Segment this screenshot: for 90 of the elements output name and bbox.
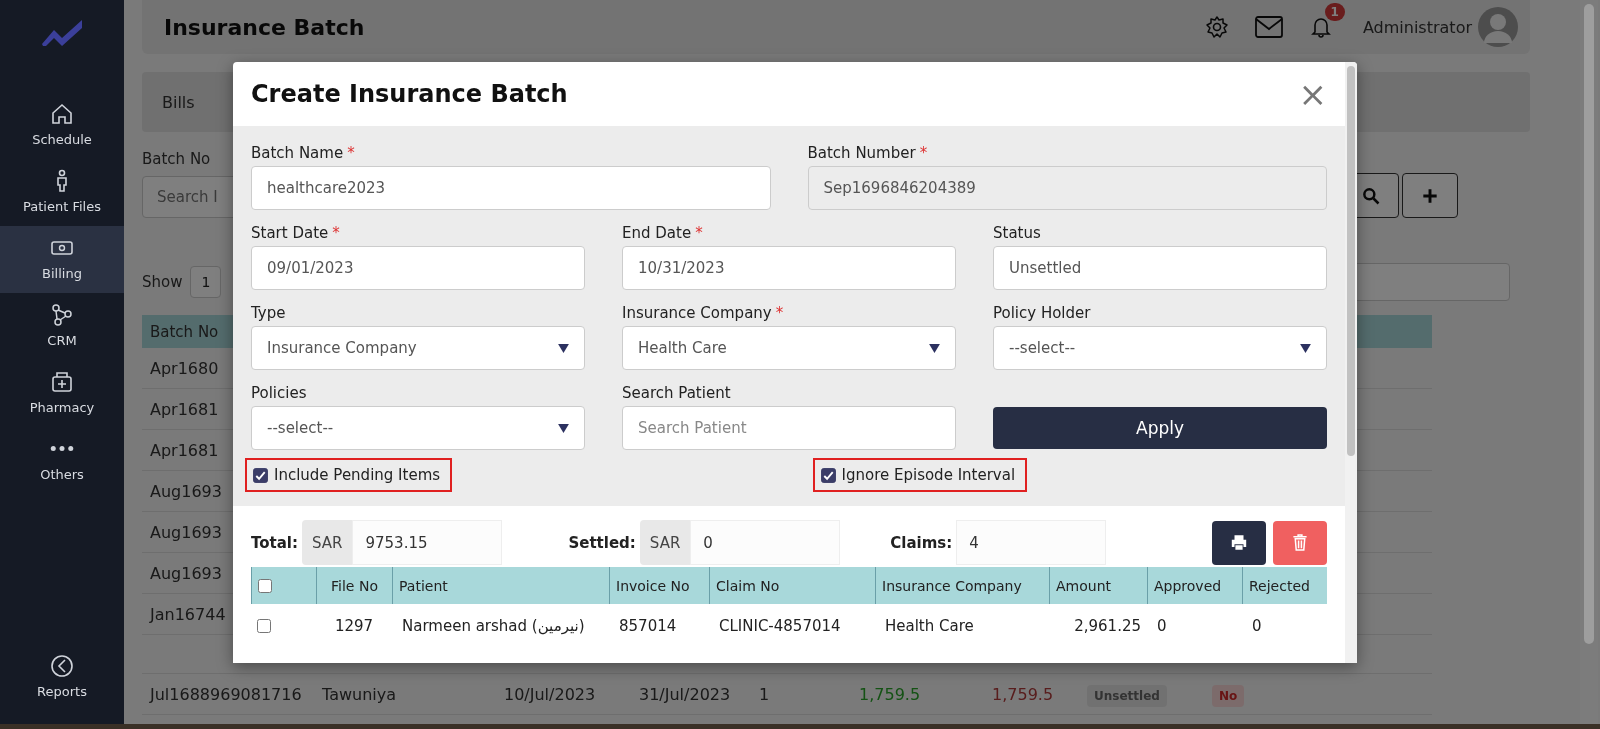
table-cell-text: 0 <box>1251 616 1263 637</box>
column-header: Insurance Company <box>875 567 1049 604</box>
required-mark: * <box>775 304 784 322</box>
total-field: 9753.15 <box>352 520 503 565</box>
table-cell-text: 2,961.25 <box>1073 616 1142 637</box>
search-field[interactable]: Search Patient <box>622 406 956 450</box>
page-size-select[interactable]: 1 <box>190 266 222 298</box>
field-label: Insurance Company * <box>622 304 785 322</box>
table-cell-text: Aug1693 <box>150 563 223 583</box>
sidebar-item[interactable]: CRM <box>0 293 124 360</box>
table-cell-text: Tawuniya <box>322 684 397 704</box>
total-label: Total: <box>251 533 298 552</box>
sidebar-label: Billing <box>42 266 82 281</box>
apply-button[interactable]: Apply <box>993 407 1327 449</box>
table-cell-text: 857014 <box>618 616 678 637</box>
column-header: Rejected <box>1242 567 1327 604</box>
column-header: Batch No <box>150 322 219 341</box>
sidebar-item[interactable]: Billing <box>0 226 124 293</box>
notification-badge: 1 <box>1324 3 1345 21</box>
required-mark: * <box>332 224 340 242</box>
settled-label: Settled: <box>568 533 636 552</box>
field-label: Policy Holder <box>993 304 1092 322</box>
status-badge: Unsettled <box>1087 684 1167 707</box>
text-field[interactable]: 10/31/2023 <box>622 246 956 290</box>
sidebar-label: Pharmacy <box>29 400 95 415</box>
field-label: Start Date * <box>251 224 341 242</box>
table-cell-text: 1,759.5 <box>859 684 922 704</box>
table-cell-text: Apr1681 <box>150 440 220 460</box>
table-cell-text: Apr1680 <box>150 358 220 378</box>
column-header: Patient <box>392 567 609 604</box>
sidebar-item[interactable]: Others <box>0 427 124 494</box>
field-label: Status <box>993 224 1042 242</box>
field-label: Policies <box>251 384 308 402</box>
field-label: Search Patient <box>622 384 732 402</box>
sidebar-label: CRM <box>47 333 77 348</box>
table-cell-text: Narmeen arshad (نيرمين) <box>401 616 586 637</box>
column-header: Approved <box>1147 567 1242 604</box>
settled-field: 0 <box>690 520 841 565</box>
sidebar-item[interactable]: Pharmacy <box>0 360 124 427</box>
show-label: Show <box>142 273 183 291</box>
table-cell-text: Apr1681 <box>150 399 220 419</box>
sidebar-item[interactable]: Schedule <box>0 92 124 159</box>
sidebar-label: Schedule <box>32 132 92 147</box>
table-cell-text: 1 <box>759 684 771 704</box>
select-field[interactable]: --select-- <box>251 406 585 450</box>
table-cell-text: 1297 <box>333 616 375 637</box>
currency-addon: SAR <box>639 520 691 565</box>
close-button[interactable]: × <box>1298 77 1327 111</box>
select-field[interactable]: --select-- <box>993 326 1327 370</box>
user-name[interactable]: Administrator <box>1362 17 1472 37</box>
sidebar-label: Reports <box>37 684 87 699</box>
modal-title: Create Insurance Batch <box>251 80 568 108</box>
column-header: File No <box>316 567 392 604</box>
currency-addon: SAR <box>302 520 353 565</box>
claims-field: 4 <box>956 520 1107 565</box>
required-mark: * <box>919 144 928 162</box>
sidebar-item[interactable]: Reports <box>0 644 124 711</box>
table-cell-text: CLINIC-4857014 <box>718 616 842 637</box>
select-field[interactable]: Insurance Company <box>251 326 585 370</box>
sidebar-label: Others <box>40 467 84 482</box>
column-header: Invoice No <box>609 567 709 604</box>
field-label: End Date * <box>622 224 704 242</box>
settled-badge: No <box>1212 684 1245 707</box>
table-cell-text: Health Care <box>884 616 975 637</box>
table-cell-text: Aug1693 <box>150 481 223 501</box>
select-field[interactable]: Health Care <box>622 326 956 370</box>
field-label: Type <box>251 304 287 322</box>
checkbox-option[interactable]: Include Pending Items <box>245 458 453 492</box>
field-label: Batch Name * <box>251 144 356 162</box>
column-header: Claim No <box>709 567 875 604</box>
text-field[interactable]: Unsettled <box>993 246 1327 290</box>
text-field[interactable]: healthcare2023 <box>251 166 771 210</box>
filter-label: Batch No <box>142 150 211 168</box>
checkbox-option[interactable]: Ignore Episode Interval <box>812 458 1028 492</box>
claims-label: Claims: <box>890 533 953 552</box>
bills-tab[interactable]: Bills <box>162 92 195 112</box>
table-cell-text: 0 <box>1156 616 1168 637</box>
page-title: Insurance Batch <box>164 14 365 40</box>
table-cell-text: Jan16744 <box>150 604 227 624</box>
column-header: Amount <box>1049 567 1147 604</box>
required-mark: * <box>347 144 355 162</box>
text-field[interactable]: 09/01/2023 <box>251 246 585 290</box>
table-cell-text: 10/Jul/2023 <box>504 684 597 704</box>
table-cell-text: Jul1688969081716 <box>150 684 303 704</box>
table-cell-text: 31/Jul/2023 <box>639 684 732 704</box>
sidebar-label: Patient Files <box>23 199 101 214</box>
sidebar-item[interactable]: Patient Files <box>0 159 124 226</box>
table-cell-text: 1,759.5 <box>992 684 1055 704</box>
field-label: Batch Number * <box>807 144 929 162</box>
required-mark: * <box>695 224 703 242</box>
